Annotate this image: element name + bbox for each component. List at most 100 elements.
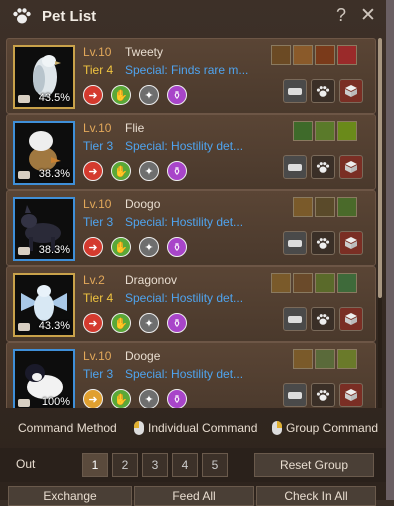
compass-command-icon[interactable]: ✦ [139, 237, 159, 257]
bag-command-icon[interactable]: ⚱ [167, 237, 187, 257]
paw-button[interactable] [311, 231, 335, 255]
pet-special: Special: Hostility det... [125, 291, 244, 305]
bowl-icon [288, 392, 302, 399]
skill-icon[interactable] [315, 121, 335, 141]
close-button[interactable]: ✕ [360, 4, 376, 27]
compass-command-icon[interactable]: ✦ [139, 85, 159, 105]
pet-card[interactable]: 38.3% Lv.10 Doogo Tier 3 Special: Hostil… [6, 190, 376, 266]
pet-list: 43.5% Lv.10 Tweety Tier 4 Special: Finds… [6, 38, 376, 408]
pet-card[interactable]: 38.3% Lv.10 Flie Tier 3 Special: Hostili… [6, 114, 376, 190]
follow-command-icon[interactable]: ➜ [83, 313, 103, 333]
hand-command-icon[interactable]: ✋ [111, 161, 131, 181]
pet-percent: 43.5% [38, 92, 70, 104]
check-in-button[interactable] [339, 79, 363, 103]
pet-percent: 38.3% [38, 244, 70, 256]
group-slot-4[interactable]: 4 [172, 453, 198, 477]
out-row: Out 1 2 3 4 5 Reset Group [0, 448, 386, 482]
pet-card[interactable]: 100% Lv.10 Dooge Tier 3 Special: Hostili… [6, 342, 376, 408]
hand-command-icon[interactable]: ✋ [111, 85, 131, 105]
compass-command-icon[interactable]: ✦ [139, 161, 159, 181]
skill-icon[interactable] [337, 349, 357, 369]
box-icon [345, 85, 357, 97]
pet-card[interactable]: 43.5% Lv.10 Tweety Tier 4 Special: Finds… [6, 38, 376, 114]
paw-icon [316, 237, 330, 249]
skill-icon[interactable] [315, 45, 335, 65]
paw-button[interactable] [311, 383, 335, 407]
pet-portrait[interactable]: 38.3% [13, 197, 75, 261]
paw-button[interactable] [311, 155, 335, 179]
check-in-button[interactable] [339, 383, 363, 407]
scroll-thumb[interactable] [378, 38, 382, 298]
check-in-button[interactable] [339, 231, 363, 255]
exchange-button[interactable]: Exchange [8, 486, 132, 506]
follow-command-icon[interactable]: ➜ [83, 161, 103, 181]
pet-tier: Tier 3 [83, 139, 114, 153]
group-slot-1[interactable]: 1 [82, 453, 108, 477]
skill-icon[interactable] [315, 349, 335, 369]
skill-icon[interactable] [337, 121, 357, 141]
paw-button[interactable] [311, 307, 335, 331]
skill-icon[interactable] [293, 349, 313, 369]
feed-button[interactable] [283, 383, 307, 407]
feed-all-button[interactable]: Feed All [134, 486, 254, 506]
check-in-button[interactable] [339, 155, 363, 179]
follow-command-icon[interactable]: ➜ [83, 389, 103, 408]
skill-icon[interactable] [337, 45, 357, 65]
skill-icon[interactable] [337, 197, 357, 217]
skill-icon[interactable] [293, 273, 313, 293]
pet-special: Special: Finds rare m... [125, 63, 249, 77]
bag-command-icon[interactable]: ⚱ [167, 313, 187, 333]
skill-icon[interactable] [293, 121, 313, 141]
skill-icon[interactable] [271, 45, 291, 65]
check-in-button[interactable] [339, 307, 363, 331]
pet-tier: Tier 4 [83, 63, 114, 77]
pet-tier: Tier 3 [83, 367, 114, 381]
bowl-icon [18, 323, 30, 331]
group-slot-5[interactable]: 5 [202, 453, 228, 477]
pet-portrait[interactable]: 43.5% [13, 45, 75, 109]
pet-card[interactable]: 43.3% Lv.2 Dragonov Tier 4 Special: Host… [6, 266, 376, 342]
skill-icon[interactable] [337, 273, 357, 293]
skill-icon[interactable] [293, 197, 313, 217]
feed-button[interactable] [283, 231, 307, 255]
skill-icon[interactable] [271, 273, 291, 293]
skill-icon[interactable] [315, 273, 335, 293]
group-slot-2[interactable]: 2 [112, 453, 138, 477]
feed-button[interactable] [283, 307, 307, 331]
hand-command-icon[interactable]: ✋ [111, 237, 131, 257]
pet-portrait[interactable]: 100% [13, 349, 75, 408]
follow-command-icon[interactable]: ➜ [83, 237, 103, 257]
bag-command-icon[interactable]: ⚱ [167, 85, 187, 105]
compass-command-icon[interactable]: ✦ [139, 313, 159, 333]
command-method-row: Command Method Individual Command Group … [0, 418, 386, 440]
feed-button[interactable] [283, 79, 307, 103]
skill-icon[interactable] [293, 45, 313, 65]
bag-command-icon[interactable]: ⚱ [167, 389, 187, 408]
pet-portrait[interactable]: 38.3% [13, 121, 75, 185]
compass-command-icon[interactable]: ✦ [139, 389, 159, 408]
bowl-icon [288, 240, 302, 247]
pet-name: Flie [125, 121, 145, 135]
hand-command-icon[interactable]: ✋ [111, 313, 131, 333]
pet-name: Dooge [125, 349, 161, 363]
pet-level: Lv.2 [83, 273, 105, 287]
feed-button[interactable] [283, 155, 307, 179]
box-icon [345, 313, 357, 325]
pet-portrait[interactable]: 43.3% [13, 273, 75, 337]
pet-special: Special: Hostility det... [125, 367, 244, 381]
reset-group-button[interactable]: Reset Group [254, 453, 374, 477]
command-method-label: Command Method [18, 421, 117, 435]
skill-icon[interactable] [315, 197, 335, 217]
help-button[interactable]: ? [336, 5, 346, 26]
group-slot-3[interactable]: 3 [142, 453, 168, 477]
paw-icon [316, 389, 330, 401]
pet-percent: 38.3% [38, 168, 70, 180]
pet-name: Doogo [125, 197, 161, 211]
check-in-all-button[interactable]: Check In All [256, 486, 376, 506]
follow-command-icon[interactable]: ➜ [83, 85, 103, 105]
bag-command-icon[interactable]: ⚱ [167, 161, 187, 181]
bowl-icon [18, 247, 30, 255]
hand-command-icon[interactable]: ✋ [111, 389, 131, 408]
paw-button[interactable] [311, 79, 335, 103]
pet-list-scrollbar[interactable] [378, 38, 382, 408]
